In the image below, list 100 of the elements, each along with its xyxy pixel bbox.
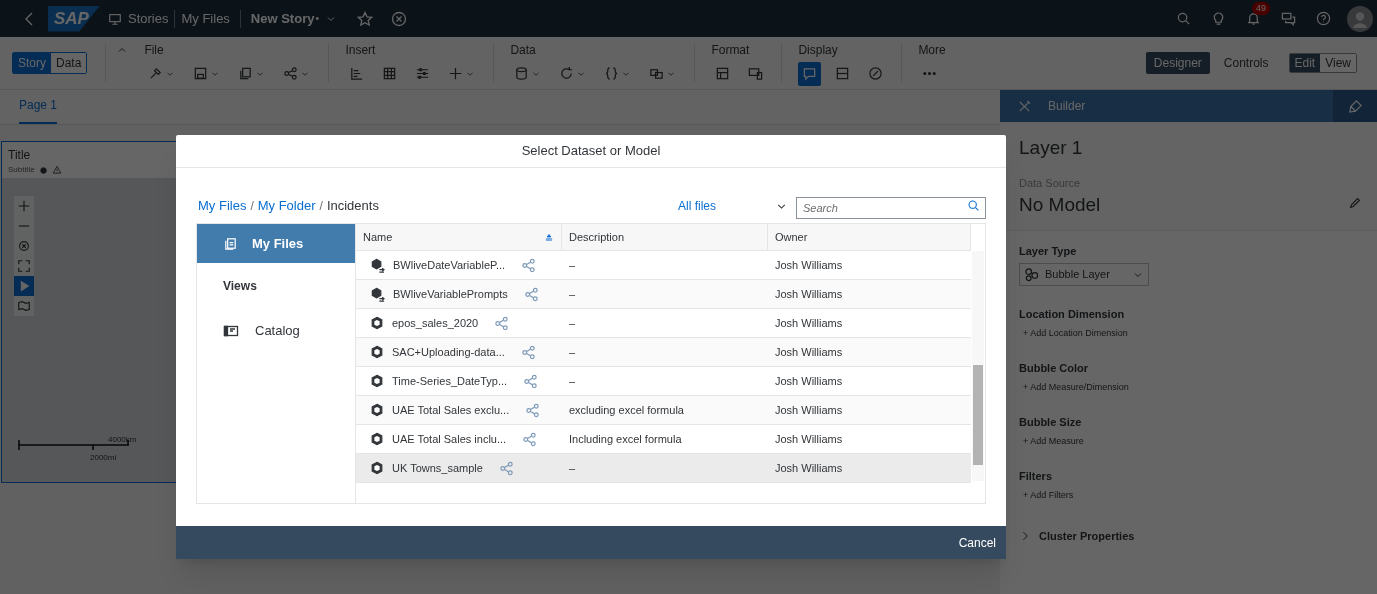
file-name: Time-Series_DateTyp... bbox=[392, 373, 508, 389]
designer-button[interactable]: Designer bbox=[1145, 52, 1210, 74]
scrollbar-thumb[interactable] bbox=[973, 365, 983, 465]
play-button[interactable] bbox=[14, 276, 34, 296]
owner-cell-text: Josh Williams bbox=[774, 315, 844, 331]
column-header[interactable]: Description bbox=[562, 224, 768, 250]
comment-button[interactable] bbox=[798, 61, 822, 86]
column-header[interactable]: Name bbox=[356, 224, 562, 250]
section-heading: Bubble Size bbox=[1019, 415, 1083, 430]
table-row[interactable]: SAC+Uploading-data... – Josh Williams bbox=[356, 338, 971, 367]
dialog-title: Select Dataset or Model bbox=[176, 135, 1006, 168]
owner-cell-text: Josh Williams bbox=[774, 373, 844, 389]
presentation-icon bbox=[108, 11, 122, 26]
warning-icon bbox=[51, 165, 62, 175]
table-row[interactable]: BWliveVariablePrompts – Josh Williams bbox=[356, 280, 971, 309]
braces-icon bbox=[604, 66, 620, 81]
sort-ascending-icon bbox=[544, 232, 554, 242]
file-name: UK Towns_sample bbox=[392, 460, 483, 476]
cube-link-icon bbox=[370, 286, 385, 302]
description-cell-text: excluding excel formula bbox=[568, 402, 685, 418]
unsaved-indicator: • bbox=[315, 12, 319, 24]
file-name: SAC+Uploading-data... bbox=[392, 344, 505, 360]
share-icon bbox=[521, 257, 537, 273]
breadcrumb-separator: / bbox=[319, 198, 323, 215]
breadcrumb-link[interactable]: My Files bbox=[181, 8, 230, 29]
cluster-properties-toggle[interactable]: Cluster Properties bbox=[1019, 528, 1135, 545]
devices-icon bbox=[748, 66, 764, 81]
cube-icon bbox=[370, 432, 384, 446]
file-filter-dropdown[interactable]: All files bbox=[678, 197, 788, 215]
scrollbar-track[interactable] bbox=[972, 251, 984, 481]
add-link[interactable]: + Add Filters bbox=[1023, 488, 1074, 502]
add-link[interactable]: + Add Location Dimension bbox=[1023, 326, 1128, 340]
logo[interactable]: SAP bbox=[48, 5, 100, 32]
search-icon bbox=[1176, 11, 1191, 26]
section-heading: Bubble Color bbox=[1019, 361, 1090, 376]
share-icon bbox=[283, 66, 299, 81]
controls-button[interactable]: Controls bbox=[1215, 52, 1277, 74]
table-row[interactable]: UK Towns_sample – Josh Williams bbox=[356, 454, 971, 483]
owner-cell-text: Josh Williams bbox=[774, 431, 844, 447]
section-heading: Layer Type bbox=[1019, 243, 1078, 259]
add-link[interactable]: + Add Measure bbox=[1023, 434, 1084, 448]
cancel-button[interactable]: Cancel bbox=[958, 533, 996, 552]
file-name: BWliveVariablePrompts bbox=[393, 286, 508, 302]
add-link[interactable]: + Add Measure/Dimension bbox=[1023, 380, 1129, 394]
layer-title: Layer 1 bbox=[1019, 136, 1084, 160]
file-name: UAE Total Sales inclu... bbox=[392, 431, 507, 447]
notification-badge: 49 bbox=[1252, 2, 1270, 15]
comment-icon bbox=[802, 66, 818, 81]
plus-icon bbox=[448, 66, 464, 81]
chat-icon bbox=[1281, 11, 1296, 26]
story-view-button[interactable]: Story bbox=[13, 53, 51, 73]
compass-icon bbox=[868, 66, 884, 81]
share-icon bbox=[522, 431, 538, 447]
breadcrumb-separator: / bbox=[250, 198, 254, 215]
save-icon bbox=[193, 66, 209, 81]
description-cell-text: – bbox=[568, 315, 577, 331]
copy-icon bbox=[238, 66, 254, 81]
linked-boxes-icon bbox=[649, 66, 665, 81]
avatar-icon bbox=[1347, 5, 1373, 32]
close-circle-icon bbox=[390, 10, 407, 27]
zoom-in-icon bbox=[17, 199, 31, 213]
layout-icon bbox=[715, 66, 731, 81]
files-icon bbox=[223, 236, 238, 251]
search-field[interactable]: Search bbox=[796, 197, 986, 219]
help-icon bbox=[1316, 11, 1331, 26]
paintbrush-icon bbox=[1347, 98, 1363, 114]
nav-item[interactable]: My Files bbox=[197, 224, 355, 263]
model-icon bbox=[38, 165, 48, 175]
edit-mode-button[interactable]: Edit bbox=[1289, 54, 1321, 72]
description-cell-text: – bbox=[568, 460, 577, 476]
story-title[interactable]: New Story bbox=[250, 8, 315, 29]
styling-button[interactable] bbox=[1333, 90, 1377, 122]
column-header[interactable]: Owner bbox=[768, 224, 971, 250]
description-cell-text: – bbox=[568, 373, 577, 389]
share-icon bbox=[520, 344, 536, 360]
widget-title: Title bbox=[8, 147, 32, 164]
cube-icon bbox=[370, 316, 384, 330]
description-cell-text: – bbox=[568, 257, 577, 273]
description-cell-text: Including excel formula bbox=[568, 431, 683, 447]
section-heading: Filters bbox=[1019, 469, 1053, 484]
pencil-icon bbox=[1348, 196, 1362, 211]
owner-cell-text: Josh Williams bbox=[774, 257, 844, 273]
breadcrumb-link[interactable]: Stories bbox=[128, 8, 169, 29]
toolbar-group-label: More bbox=[918, 41, 946, 59]
file-name: UAE Total Sales exclu... bbox=[392, 402, 510, 418]
toolbar-group-label: Format bbox=[711, 41, 751, 59]
toolbar-group-label: Data bbox=[510, 41, 537, 59]
share-icon bbox=[498, 460, 514, 476]
share-icon bbox=[523, 286, 539, 302]
layer-type-dropdown[interactable]: Bubble Layer bbox=[1019, 263, 1149, 286]
database-icon bbox=[514, 66, 530, 81]
nav-heading: Views bbox=[222, 278, 258, 295]
toolbar-group-label: Insert bbox=[345, 41, 377, 59]
cube-icon bbox=[370, 403, 384, 417]
data-source-value: No Model bbox=[1019, 193, 1101, 217]
breadcrumb-link[interactable]: My Files bbox=[198, 196, 247, 216]
description-cell-text: – bbox=[568, 344, 577, 360]
table-row[interactable]: UAE Total Sales exclu... excluding excel formula Josh Williams bbox=[356, 396, 971, 425]
share-icon bbox=[525, 402, 541, 418]
file-name: epos_sales_2020 bbox=[392, 315, 479, 331]
